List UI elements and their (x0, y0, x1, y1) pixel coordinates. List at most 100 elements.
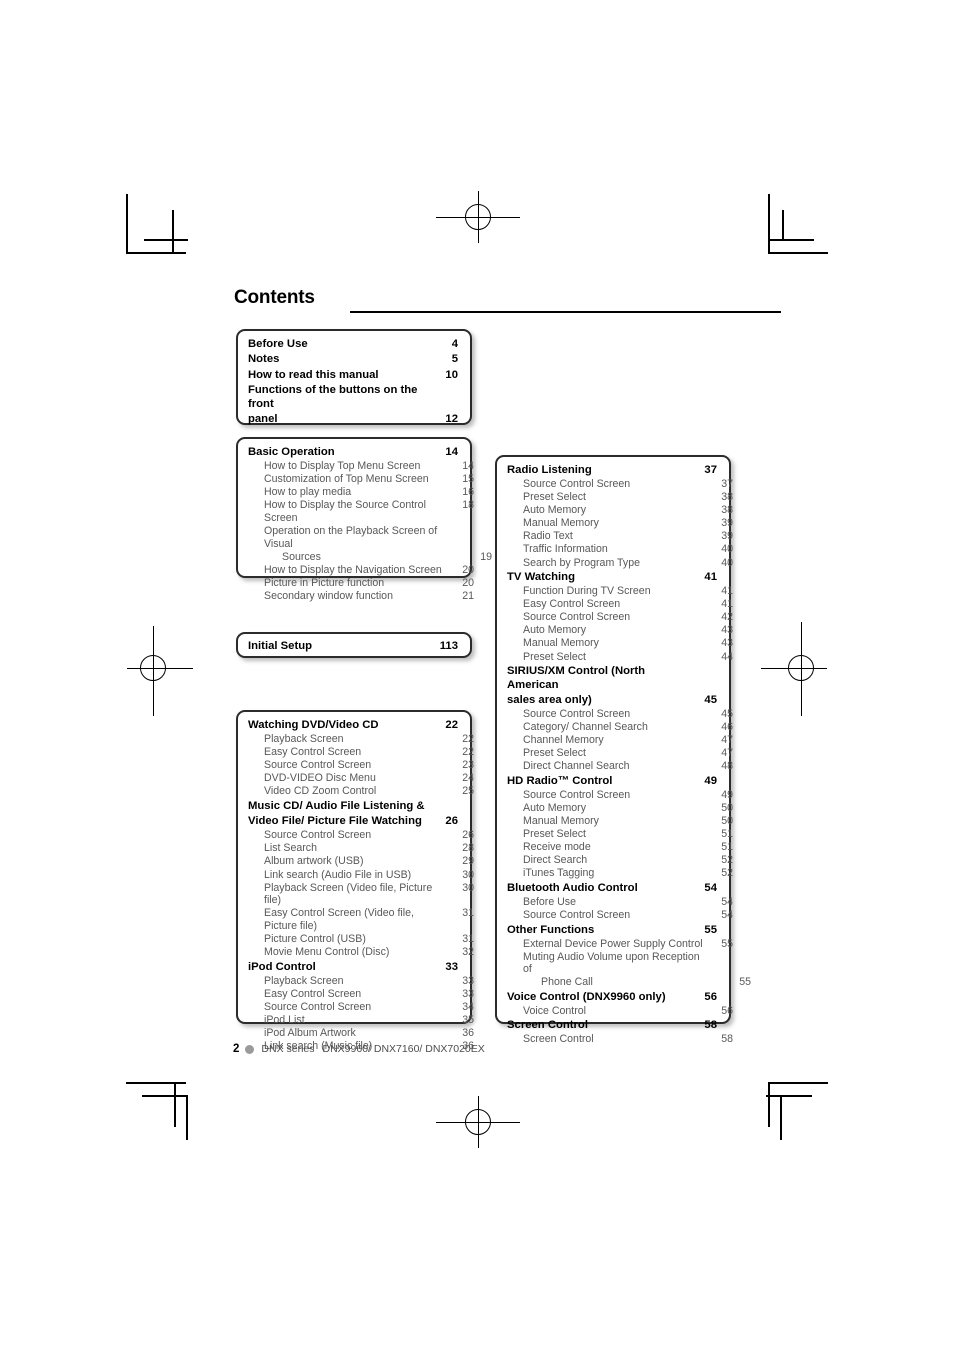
toc-entry-page: 26 (462, 829, 474, 842)
toc-sub-entry[interactable]: Source Control Screen 54 (507, 909, 733, 922)
toc-entry-label: Bluetooth Audio Control (507, 881, 638, 894)
toc-sub-entry[interactable]: Manual Memory 39 (507, 517, 733, 530)
toc-sub-entry[interactable]: Auto Memory 38 (507, 504, 733, 517)
toc-sub-entry[interactable]: Easy Control Screen 41 (507, 598, 733, 611)
toc-entry-label: Preset Select (523, 491, 587, 504)
toc-chapter-entry[interactable]: Watching DVD/Video CD 22 (248, 719, 458, 732)
toc-sub-entry[interactable]: Preset Select 44 (507, 651, 733, 664)
toc-entry-label: Easy Control Screen (523, 598, 621, 611)
toc-chapter-entry[interactable]: How to read this manual 10 (248, 369, 458, 382)
crop-mark-bottom-right-inner-h (766, 1095, 812, 1097)
toc-sub-entry[interactable]: iPod Album Artwork 36 (248, 1027, 474, 1040)
toc-sub-entry[interactable]: Easy Control Screen (Video file, Picture… (248, 907, 474, 932)
crop-mark-top-left-inner-h (144, 239, 188, 241)
toc-sub-entry[interactable]: Picture in Picture function 20 (248, 577, 474, 590)
toc-entry-page: 33 (462, 974, 474, 987)
toc-chapter-entry[interactable]: Bluetooth Audio Control 54 (507, 882, 717, 895)
toc-entry-page: 52 (721, 854, 733, 867)
toc-sub-entry[interactable]: List Search 28 (248, 842, 474, 855)
toc-sub-entry[interactable]: Movie Menu Control (Disc) 32 (248, 946, 474, 959)
toc-sub-entry[interactable]: Receive mode 51 (507, 841, 733, 854)
toc-sub-entry[interactable]: Source Control Screen 42 (507, 611, 733, 624)
toc-sub-entry[interactable]: iPod List 35 (248, 1014, 474, 1027)
toc-sub-entry[interactable]: Picture Control (USB) 31 (248, 933, 474, 946)
toc-entry-page: 14 (462, 459, 474, 472)
toc-sub-entry[interactable]: Direct Search 52 (507, 854, 733, 867)
toc-chapter-entry[interactable]: Video File/ Picture File Watching 26 (248, 815, 458, 828)
toc-sub-entry[interactable]: External Device Power Supply Control 55 (507, 938, 733, 951)
toc-sub-entry[interactable]: Playback Screen 33 (248, 975, 474, 988)
toc-sub-entry[interactable]: How to play media 16 (248, 486, 474, 499)
toc-chapter-entry[interactable]: Music CD/ Audio File Listening & (248, 800, 458, 813)
toc-sub-entry[interactable]: iTunes Tagging 52 (507, 867, 733, 880)
toc-sub-entry[interactable]: Radio Text 39 (507, 530, 733, 543)
toc-sub-entry[interactable]: Direct Channel Search 48 (507, 760, 733, 773)
toc-sub-entry[interactable]: Secondary window function 21 (248, 590, 474, 603)
toc-entry-page: 38 (721, 504, 733, 517)
toc-entry-label: Link search (Audio File in USB) (264, 868, 412, 881)
toc-chapter-entry[interactable]: HD Radio™ Control 49 (507, 775, 717, 788)
toc-chapter-entry[interactable]: Initial Setup 113 (248, 640, 458, 653)
toc-entry-label: Operation on the Playback Screen of Visu… (264, 524, 438, 550)
toc-chapter-entry[interactable]: SIRIUS/XM Control (North American (507, 665, 717, 692)
toc-sub-entry[interactable]: Preset Select 47 (507, 747, 733, 760)
toc-sub-entry[interactable]: Category/ Channel Search 46 (507, 721, 733, 734)
toc-chapter-entry[interactable]: Radio Listening 37 (507, 464, 717, 477)
toc-sub-entry[interactable]: Auto Memory 50 (507, 802, 733, 815)
toc-sub-entry[interactable]: Source Control Screen 37 (507, 478, 733, 491)
toc-entry-page: 37 (704, 464, 717, 476)
toc-sub-entry[interactable]: Source Control Screen 26 (248, 829, 474, 842)
toc-sub-entry[interactable]: How to Display Top Menu Screen 14 (248, 460, 474, 473)
toc-chapter-entry[interactable]: Before Use 4 (248, 338, 458, 351)
toc-sub-entry[interactable]: Source Control Screen 45 (507, 708, 733, 721)
toc-sub-entry[interactable]: How to Display the Navigation Screen 20 (248, 564, 474, 577)
toc-sub-entry[interactable]: Source Control Screen 49 (507, 789, 733, 802)
toc-sub-entry[interactable]: Preset Select 51 (507, 828, 733, 841)
toc-sub-entry[interactable]: Muting Audio Volume upon Reception of (507, 951, 733, 976)
toc-sub-entry[interactable]: Manual Memory 43 (507, 637, 733, 650)
toc-entry-page: 14 (445, 446, 458, 458)
toc-sub-entry[interactable]: Easy Control Screen 33 (248, 988, 474, 1001)
toc-sub-entry[interactable]: Search by Program Type 40 (507, 557, 733, 570)
toc-chapter-entry[interactable]: panel 12 (248, 413, 458, 426)
toc-chapter-entry[interactable]: Voice Control (DNX9960 only) 56 (507, 991, 717, 1004)
toc-sub-entry[interactable]: Easy Control Screen 22 (248, 746, 474, 759)
toc-chapter-entry[interactable]: Other Functions 55 (507, 924, 717, 937)
toc-sub-entry[interactable]: Channel Memory 47 (507, 734, 733, 747)
toc-entry-page: 31 (462, 933, 474, 946)
toc-chapter-entry[interactable]: TV Watching 41 (507, 571, 717, 584)
toc-sub-entry[interactable]: Playback Screen 22 (248, 733, 474, 746)
toc-chapter-entry[interactable]: Notes 5 (248, 353, 458, 366)
toc-sub-entry[interactable]: Album artwork (USB) 29 (248, 855, 474, 868)
toc-entry-page: 34 (462, 1000, 474, 1013)
toc-sub-entry[interactable]: Phone Call 55 (507, 976, 751, 989)
toc-sub-entry[interactable]: Preset Select 38 (507, 491, 733, 504)
toc-sub-entry[interactable]: Auto Memory 43 (507, 624, 733, 637)
toc-sub-entry[interactable]: DVD-VIDEO Disc Menu 24 (248, 772, 474, 785)
toc-sub-entry[interactable]: Function During TV Screen 41 (507, 585, 733, 598)
toc-entry-page: 42 (721, 611, 733, 624)
toc-sub-entry[interactable]: Source Control Screen 34 (248, 1001, 474, 1014)
toc-sub-entry[interactable]: Traffic Information 40 (507, 543, 733, 556)
toc-sub-entry[interactable]: Sources 19 (248, 551, 492, 564)
toc-sub-entry[interactable]: Playback Screen (Video file, Picture fil… (248, 882, 474, 907)
toc-sub-entry[interactable]: How to Display the Source Control Screen… (248, 499, 474, 524)
toc-sub-entry[interactable]: Operation on the Playback Screen of Visu… (248, 525, 474, 550)
toc-entry-label: Source Control Screen (523, 707, 631, 720)
toc-sub-entry[interactable]: Customization of Top Menu Screen 15 (248, 473, 474, 486)
toc-sub-entry[interactable]: Before Use 54 (507, 896, 733, 909)
toc-sub-entry[interactable]: Video CD Zoom Control 25 (248, 785, 474, 798)
toc-sub-entry[interactable]: Screen Control 58 (507, 1033, 733, 1046)
toc-chapter-entry[interactable]: iPod Control 33 (248, 961, 458, 974)
toc-entry-label: Source Control Screen (264, 759, 372, 772)
toc-chapter-entry[interactable]: Basic Operation 14 (248, 446, 458, 459)
toc-chapter-entry[interactable]: Screen Control 58 (507, 1019, 717, 1032)
toc-sub-entry[interactable]: Source Control Screen 23 (248, 759, 474, 772)
toc-sub-entry[interactable]: Manual Memory 50 (507, 815, 733, 828)
toc-sub-entry[interactable]: Voice Control 56 (507, 1005, 733, 1018)
toc-chapter-entry[interactable]: sales area only) 45 (507, 694, 717, 707)
toc-chapter-entry[interactable]: Functions of the buttons on the front (248, 384, 458, 411)
toc-entry-label: Source Control Screen (523, 909, 631, 921)
toc-sub-entry[interactable]: Link search (Audio File in USB) 30 (248, 869, 474, 882)
toc-entry-label: sales area only) (507, 693, 592, 706)
